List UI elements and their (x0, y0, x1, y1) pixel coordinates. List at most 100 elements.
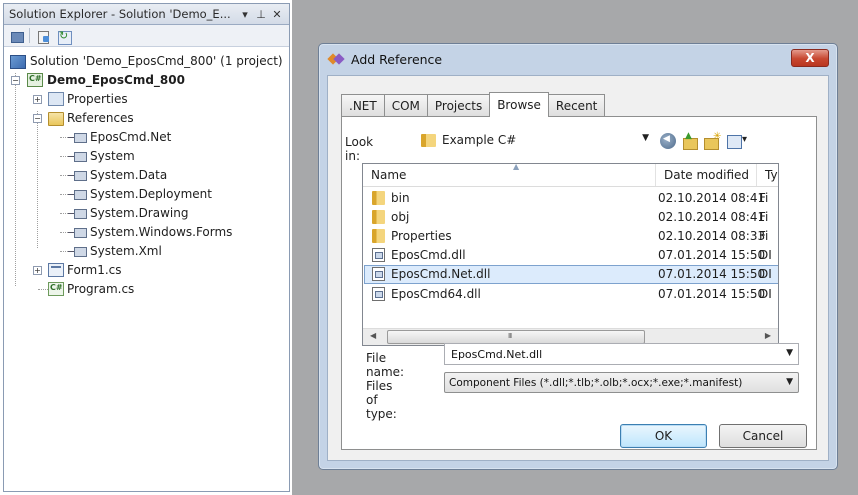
reference-item[interactable]: System.Data (4, 166, 289, 185)
solution-explorer-titlebar: Solution Explorer - Solution 'Demo_E... … (4, 4, 289, 25)
scroll-left-icon[interactable]: ◀ (370, 331, 376, 340)
pin-icon[interactable]: ⊥ (254, 8, 268, 21)
reference-item[interactable]: System.Windows.Forms (4, 223, 289, 242)
file-date: 07.01.2014 15:50 (658, 267, 766, 281)
file-date: 02.10.2014 08:33 (658, 229, 766, 243)
reference-icon (68, 245, 88, 259)
tree-item-project[interactable]: − Demo_EposCmd_800 (4, 71, 289, 90)
column-header-date[interactable]: Date modified (656, 164, 757, 186)
tab-net[interactable]: .NET (341, 94, 385, 116)
file-row[interactable]: Properties 02.10.2014 08:33 Fi (364, 227, 778, 246)
toolbar-separator (29, 28, 30, 43)
refresh-icon[interactable] (55, 28, 72, 45)
reference-icon (68, 150, 88, 164)
reference-item[interactable]: System.Deployment (4, 185, 289, 204)
ok-button[interactable]: OK (620, 424, 707, 448)
up-folder-icon[interactable] (682, 131, 698, 150)
folder-icon (372, 229, 385, 243)
column-name-label: Name (371, 168, 407, 182)
visual-studio-icon (329, 53, 345, 65)
collapse-icon[interactable]: − (33, 114, 42, 123)
properties-icon (48, 92, 64, 106)
expand-icon[interactable]: + (33, 266, 42, 275)
reference-label: System.Deployment (90, 187, 212, 201)
file-date: 02.10.2014 08:41 (658, 210, 766, 224)
references-label: References (67, 111, 134, 125)
tree-item-form[interactable]: + Form1.cs (4, 261, 289, 280)
solution-explorer-panel: Solution Explorer - Solution 'Demo_E... … (3, 3, 290, 492)
chevron-down-icon[interactable]: ▼ (786, 377, 793, 387)
reference-item[interactable]: System (4, 147, 289, 166)
chevron-down-icon[interactable]: ▼ (642, 133, 649, 143)
reference-icon (68, 188, 88, 202)
show-all-files-icon[interactable] (34, 28, 51, 44)
file-name: EposCmd.dll (391, 248, 466, 262)
column-header-name[interactable]: Name ▲ (363, 164, 656, 186)
dll-file-icon (372, 287, 385, 301)
dll-file-icon (372, 267, 385, 281)
dialog-title: Add Reference (351, 51, 443, 67)
file-date: 02.10.2014 08:41 (658, 191, 766, 205)
file-type: Fi (759, 210, 769, 224)
back-icon[interactable] (660, 133, 676, 149)
form-label: Form1.cs (67, 263, 122, 277)
file-row[interactable]: EposCmd64.dll 07.01.2014 15:50 DI (364, 285, 778, 304)
tree-item-program[interactable]: Program.cs (4, 280, 289, 299)
file-name: obj (391, 210, 410, 224)
reference-icon (68, 207, 88, 221)
form-icon (48, 263, 64, 277)
files-of-type-select[interactable]: Component Files (*.dll;*.tlb;*.olb;*.ocx… (444, 372, 799, 393)
file-name-value: EposCmd.Net.dll (451, 347, 543, 361)
file-row[interactable]: bin 02.10.2014 08:41 Fi (364, 189, 778, 208)
column-header-type[interactable]: Ty (757, 164, 778, 186)
cancel-button[interactable]: Cancel (719, 424, 807, 448)
view-menu-icon[interactable] (727, 133, 749, 149)
scrollbar-thumb[interactable] (387, 330, 645, 344)
dll-file-icon (372, 248, 385, 262)
file-type: DI (759, 248, 772, 262)
file-list: Name ▲ Date modified Ty bin 02.10.2014 0… (362, 163, 779, 346)
dialog-close-button[interactable]: X (791, 49, 829, 67)
reference-item[interactable]: System.Drawing (4, 204, 289, 223)
tab-recent[interactable]: Recent (547, 94, 606, 116)
file-row-selected[interactable]: EposCmd.Net.dll 07.01.2014 15:50 DI (364, 265, 778, 284)
dropdown-icon[interactable]: ▾ (238, 8, 252, 21)
tab-com[interactable]: COM (383, 94, 428, 116)
tree-item-references[interactable]: − References (4, 109, 289, 128)
expand-icon[interactable]: + (33, 95, 42, 104)
dialog-titlebar: Add Reference (319, 44, 837, 74)
tree-item-solution[interactable]: Solution 'Demo_EposCmd_800' (1 project) (4, 52, 289, 71)
reference-icon (68, 131, 88, 145)
file-type: DI (759, 287, 772, 301)
solution-tree: Solution 'Demo_EposCmd_800' (1 project) … (4, 47, 289, 299)
column-type-label: Ty (765, 168, 778, 182)
look-in-label: Look in: (345, 135, 374, 163)
look-in-dropdown[interactable]: Example C# ▼ (416, 129, 654, 151)
tree-item-properties[interactable]: + Properties (4, 90, 289, 109)
file-row[interactable]: obj 02.10.2014 08:41 Fi (364, 208, 778, 227)
new-folder-icon[interactable] (704, 131, 721, 150)
properties-toolbar-icon[interactable] (8, 28, 25, 44)
file-name-input[interactable]: EposCmd.Net.dll ▼ (444, 343, 799, 365)
tab-projects[interactable]: Projects (426, 94, 491, 116)
reference-icon (68, 226, 88, 240)
collapse-icon[interactable]: − (11, 76, 20, 85)
file-list-header: Name ▲ Date modified Ty (363, 164, 778, 187)
folder-icon (48, 112, 64, 126)
scroll-right-icon[interactable]: ▶ (765, 331, 771, 340)
file-row[interactable]: EposCmd.dll 07.01.2014 15:50 DI (364, 246, 778, 265)
program-label: Program.cs (67, 282, 135, 296)
file-name: bin (391, 191, 410, 205)
reference-item[interactable]: System.Xml (4, 242, 289, 261)
file-name: EposCmd.Net.dll (391, 267, 491, 281)
solution-icon (10, 55, 26, 69)
close-icon[interactable]: ✕ (270, 8, 284, 21)
files-of-type-value: Component Files (*.dll;*.tlb;*.olb;*.ocx… (449, 376, 743, 389)
file-type: Fi (759, 191, 769, 205)
chevron-down-icon[interactable]: ▼ (786, 348, 793, 358)
reference-label: System (90, 149, 135, 163)
tab-browse[interactable]: Browse (489, 92, 549, 117)
file-name: EposCmd64.dll (391, 287, 481, 301)
reference-item[interactable]: EposCmd.Net (4, 128, 289, 147)
reference-label: System.Windows.Forms (90, 225, 233, 239)
